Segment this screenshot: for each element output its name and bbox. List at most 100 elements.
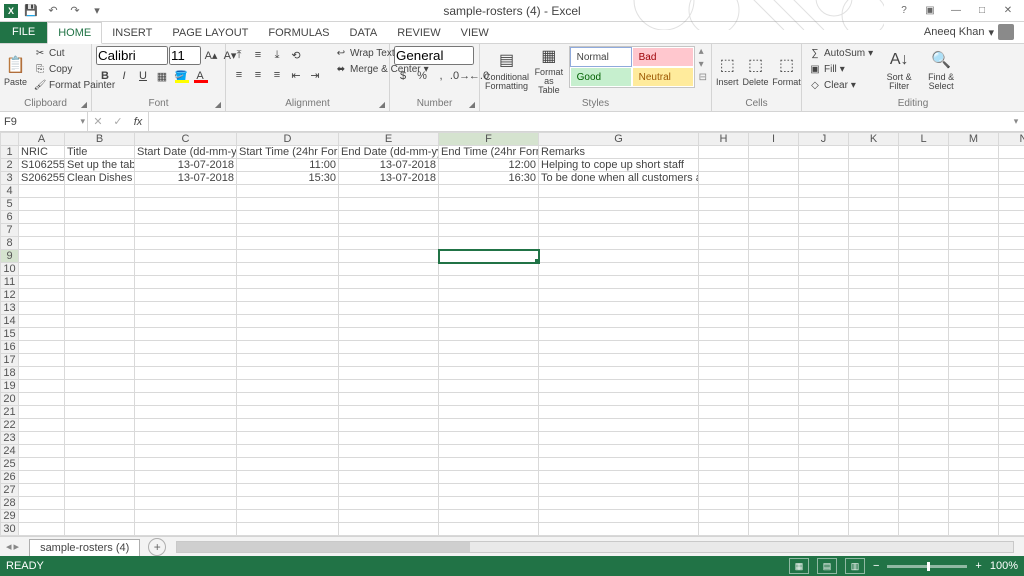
cell[interactable] [439, 367, 539, 380]
cell[interactable] [749, 159, 799, 172]
cell[interactable] [65, 211, 135, 224]
cell[interactable] [65, 510, 135, 523]
sort-filter-button[interactable]: A↓Sort & Filter [880, 46, 918, 94]
cell[interactable] [699, 198, 749, 211]
cell[interactable] [19, 250, 65, 263]
cell[interactable] [749, 185, 799, 198]
format-cells-button[interactable]: ⬚Format [773, 46, 801, 94]
cell[interactable] [339, 354, 439, 367]
cell[interactable] [237, 484, 339, 497]
cell[interactable] [999, 315, 1024, 328]
cell[interactable] [19, 198, 65, 211]
row-header[interactable]: 4 [1, 185, 19, 198]
cell[interactable] [19, 263, 65, 276]
cell[interactable] [749, 341, 799, 354]
align-top-button[interactable]: ⤒ [230, 46, 248, 64]
cell[interactable] [19, 393, 65, 406]
cell[interactable] [799, 185, 849, 198]
cell[interactable] [949, 367, 999, 380]
cell[interactable] [19, 484, 65, 497]
cell[interactable] [749, 484, 799, 497]
cell[interactable] [999, 458, 1024, 471]
cell[interactable]: 13-07-2018 [135, 159, 237, 172]
cell[interactable] [135, 419, 237, 432]
cell[interactable] [699, 380, 749, 393]
row-header[interactable]: 23 [1, 432, 19, 445]
cell[interactable] [899, 289, 949, 302]
cell[interactable] [949, 510, 999, 523]
maximize-button[interactable]: □ [970, 2, 994, 20]
cell[interactable] [949, 211, 999, 224]
cell[interactable] [999, 250, 1024, 263]
cell[interactable] [699, 354, 749, 367]
cell[interactable] [849, 380, 899, 393]
cell[interactable] [65, 302, 135, 315]
cell[interactable] [339, 510, 439, 523]
cell[interactable] [237, 380, 339, 393]
cell[interactable] [539, 367, 699, 380]
cell[interactable] [699, 471, 749, 484]
cell[interactable] [439, 432, 539, 445]
cell[interactable] [899, 185, 949, 198]
cell[interactable] [539, 523, 699, 536]
cell[interactable] [999, 302, 1024, 315]
cell[interactable]: Title [65, 146, 135, 159]
cell[interactable] [19, 341, 65, 354]
cell[interactable] [999, 354, 1024, 367]
cell[interactable] [699, 185, 749, 198]
cell[interactable] [749, 328, 799, 341]
cell[interactable] [339, 419, 439, 432]
row-header[interactable]: 9 [1, 250, 19, 263]
sheet-tab[interactable]: sample-rosters (4) [29, 539, 140, 556]
tab-view[interactable]: VIEW [451, 23, 499, 43]
cell[interactable] [699, 159, 749, 172]
cell[interactable] [849, 432, 899, 445]
cell[interactable] [799, 471, 849, 484]
qat-save[interactable]: 💾 [22, 2, 40, 20]
cell[interactable]: 13-07-2018 [135, 172, 237, 185]
view-normal-button[interactable]: ▦ [789, 558, 809, 574]
row-header[interactable]: 17 [1, 354, 19, 367]
name-box[interactable]: F9▾ [0, 112, 88, 131]
cell[interactable] [19, 497, 65, 510]
cell[interactable] [539, 510, 699, 523]
cell[interactable] [949, 237, 999, 250]
cell[interactable] [999, 198, 1024, 211]
find-select-button[interactable]: 🔍Find & Select [922, 46, 960, 94]
tab-file[interactable]: FILE [0, 21, 47, 43]
cell[interactable] [65, 393, 135, 406]
cell[interactable] [999, 497, 1024, 510]
cell[interactable] [749, 406, 799, 419]
cell[interactable] [65, 354, 135, 367]
cell[interactable] [849, 406, 899, 419]
close-button[interactable]: ✕ [996, 2, 1020, 20]
cell[interactable] [999, 276, 1024, 289]
align-bottom-button[interactable]: ⤓ [268, 46, 286, 64]
cell[interactable] [799, 354, 849, 367]
cell[interactable] [749, 497, 799, 510]
cell[interactable] [539, 263, 699, 276]
cell[interactable] [339, 302, 439, 315]
column-header[interactable]: E [339, 133, 439, 146]
cell[interactable] [799, 328, 849, 341]
cell[interactable] [699, 211, 749, 224]
cell[interactable] [749, 250, 799, 263]
cell[interactable] [749, 263, 799, 276]
cell[interactable] [699, 393, 749, 406]
style-bad[interactable]: Bad [632, 47, 694, 67]
cell[interactable] [799, 315, 849, 328]
delete-cells-button[interactable]: ⬚Delete [743, 46, 769, 94]
row-header[interactable]: 22 [1, 419, 19, 432]
cell[interactable] [799, 211, 849, 224]
cell[interactable] [65, 237, 135, 250]
cell[interactable] [749, 354, 799, 367]
cell[interactable] [849, 159, 899, 172]
cell[interactable] [135, 237, 237, 250]
cell[interactable] [237, 250, 339, 263]
cell[interactable] [849, 185, 899, 198]
cell[interactable] [237, 237, 339, 250]
cell[interactable] [135, 276, 237, 289]
autosum-button[interactable]: ∑AutoSum ▾ [806, 46, 876, 61]
cell[interactable] [749, 289, 799, 302]
cell[interactable] [749, 146, 799, 159]
